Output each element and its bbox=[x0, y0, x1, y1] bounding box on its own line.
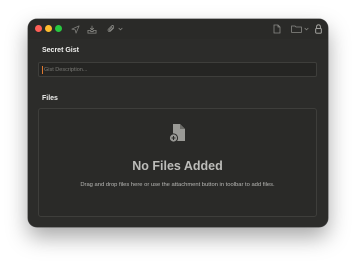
gist-description-field[interactable] bbox=[38, 62, 317, 77]
window-toolbar bbox=[28, 19, 328, 39]
files-drop-zone[interactable]: No Files Added Drag and drop files here … bbox=[38, 108, 317, 217]
gist-description-input[interactable] bbox=[44, 63, 309, 76]
paperclip-icon[interactable] bbox=[106, 23, 116, 35]
secret-gist-label: Secret Gist bbox=[42, 47, 79, 54]
chevron-down-icon[interactable] bbox=[117, 23, 123, 35]
app-window: Secret Gist Files No Files Added Drag an… bbox=[28, 19, 328, 227]
empty-state-description: Drag and drop files here or use the atta… bbox=[80, 182, 275, 188]
inbox-tray-icon[interactable] bbox=[86, 23, 97, 35]
add-document-icon bbox=[168, 123, 187, 149]
minimize-window-button[interactable] bbox=[45, 25, 52, 32]
document-icon[interactable] bbox=[272, 23, 281, 35]
files-label: Files bbox=[42, 95, 58, 102]
chevron-down-icon[interactable] bbox=[303, 23, 309, 35]
zoom-window-button[interactable] bbox=[55, 25, 62, 32]
lock-icon[interactable] bbox=[314, 23, 322, 35]
folder-icon[interactable] bbox=[291, 23, 302, 35]
close-window-button[interactable] bbox=[35, 25, 42, 32]
text-cursor bbox=[42, 66, 43, 74]
send-icon[interactable] bbox=[70, 23, 80, 35]
empty-state-title: No Files Added bbox=[132, 159, 223, 173]
